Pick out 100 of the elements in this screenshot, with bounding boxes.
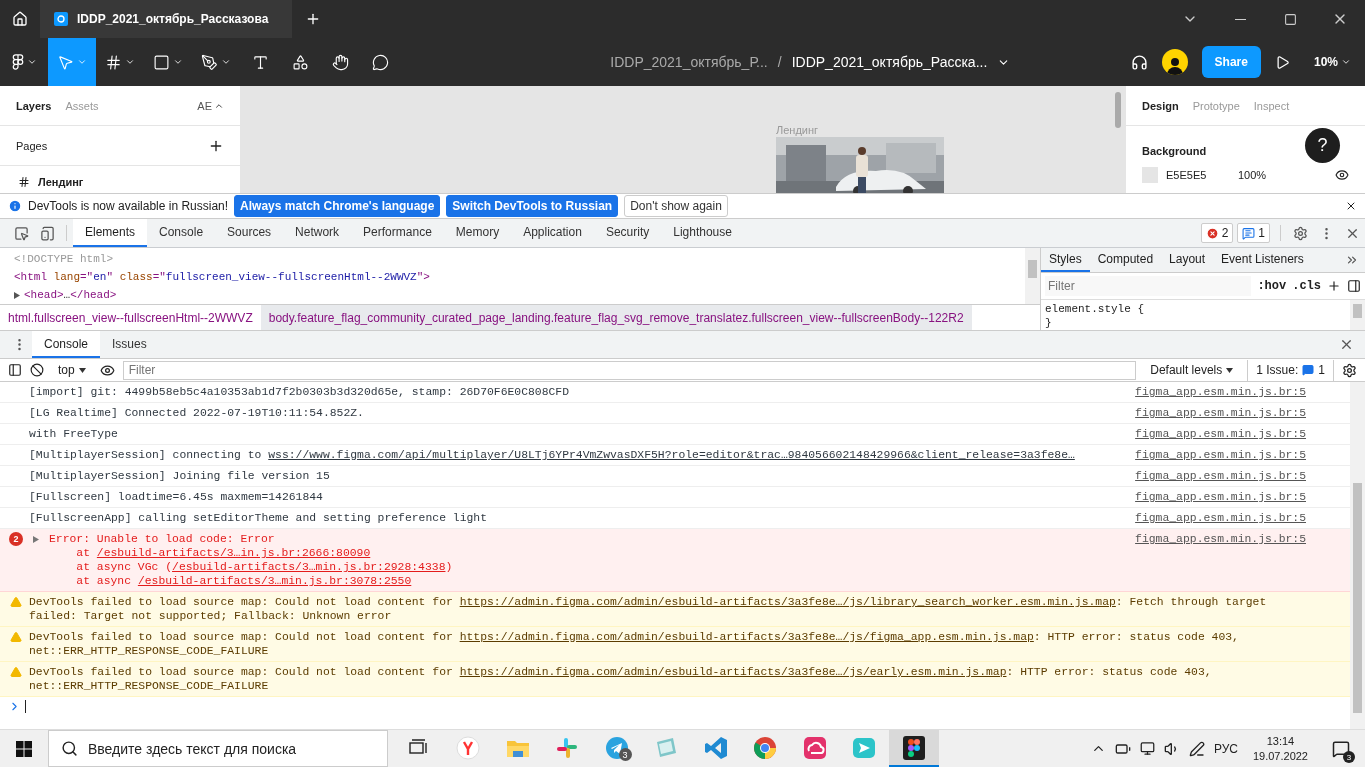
clear-console-icon[interactable]	[30, 363, 44, 377]
figma-app-icon	[902, 735, 925, 760]
styles-tab[interactable]: Computed	[1089, 248, 1162, 272]
infobar-message: DevTools is now available in Russian!	[28, 199, 229, 213]
drawer-tab[interactable]: Issues	[100, 331, 159, 358]
class-toggle[interactable]: .cls	[1292, 279, 1321, 293]
network-icon[interactable]	[1139, 741, 1155, 756]
devtools-tab[interactable]: Memory	[443, 219, 512, 247]
devtools-tab[interactable]: Security	[593, 219, 662, 247]
issues-button[interactable]: 1 Issue: 1	[1247, 359, 1334, 381]
pointer-icon	[57, 53, 74, 71]
opacity-value[interactable]: 100%	[1238, 169, 1267, 181]
color-swatch[interactable]	[1142, 167, 1158, 183]
context-select[interactable]: top	[52, 363, 92, 377]
styles-tab[interactable]: Styles	[1041, 248, 1090, 272]
styles-tab[interactable]: Layout	[1161, 248, 1214, 272]
device-toolbar-icon[interactable]	[39, 225, 55, 241]
message-link[interactable]: https://admin.figma.com/admin/esbuild-artifacts/3a3fe8e…/js/library_search_worker.esm.min.js.map	[459, 596, 1116, 608]
message-text: DevTools failed to load source map: Could not load content for https://admin.figma.com/admin/esbuild-artifacts/3a3fe8e…/js/library_search_worker.esm.min.js.map: Fetch through target failed: Target not supported; Fallback: Unknown error	[29, 595, 1268, 623]
source-link[interactable]: figma_app.esm.min.js.br:5	[1135, 385, 1306, 399]
levels-select[interactable]: Default levels	[1144, 363, 1240, 377]
infobar-button[interactable]: Switch DevTools to Russian	[446, 195, 619, 217]
color-hex[interactable]: E5E5E5	[1166, 169, 1230, 181]
breadcrumb[interactable]: body.feature_flag_community_curated_page_landing.feature_flag_svg_remove_translatez.fullscreen_view--fullscreenBody--122R2	[260, 305, 972, 330]
devtools-tab[interactable]: Application	[511, 219, 594, 247]
drawer-tab[interactable]: Console	[32, 331, 101, 358]
panel-tab[interactable]: Design	[1142, 99, 1179, 112]
eye-icon[interactable]	[99, 362, 115, 378]
search-icon	[61, 740, 78, 757]
message-counter[interactable]: 1	[1237, 223, 1270, 243]
breadcrumb[interactable]: html.fullscreen_view--fullscreenHtml--2WWVZ	[0, 305, 261, 330]
text-icon	[251, 53, 269, 71]
project-name[interactable]: IDDP_2021_октябрь_Р...	[610, 54, 768, 70]
message-link[interactable]: https://admin.figma.com/admin/esbuild-artifacts/3a3fe8e…/js/early.esm.min.js.map	[459, 666, 1007, 678]
dom-node-line[interactable]: <head>…</head>	[24, 286, 117, 304]
library-menu[interactable]: AE	[197, 99, 212, 112]
devtools-tab[interactable]: Elements	[73, 219, 148, 247]
devtools-tab[interactable]: Network	[283, 219, 352, 247]
devtools-tab[interactable]: Performance	[351, 219, 444, 247]
message-text: [FullscreenApp] calling setEditorTheme and setting preference light	[29, 511, 488, 525]
error-counter[interactable]: 2	[1200, 223, 1234, 243]
language-indicator[interactable]: РУС	[1213, 741, 1238, 756]
message-text: DevTools failed to load source map: Could not load content for https://admin.figma.com/admin/esbuild-artifacts/3a3fe8e…/js/figma_app.esm.min.js.map: HTTP error: status code 403, net::ERR_HTTP_RESPONSE_CODE_FAILURE	[29, 630, 1240, 658]
styles-tab[interactable]: Event Listeners	[1213, 248, 1312, 272]
clock[interactable]: 13:14 19.07.2022	[1246, 733, 1314, 764]
file-name[interactable]: IDDP_2021_октябрь_Расска...	[791, 54, 988, 70]
sidebar-toggle-icon[interactable]	[8, 363, 22, 377]
source-link[interactable]: figma_app.esm.min.js.br:5	[1135, 469, 1306, 483]
scrollbar-thumb[interactable]	[1353, 304, 1362, 318]
source-link[interactable]: figma_app.esm.min.js.br:5	[1135, 490, 1306, 504]
notification-count: 3	[1343, 751, 1355, 763]
source-link[interactable]: figma_app.esm.min.js.br:5	[1135, 448, 1306, 462]
dom-node-line[interactable]: <html lang="en" class="fullscreen_view--fullscreenHtml--2WWVZ">	[14, 268, 430, 286]
source-link[interactable]: figma_app.esm.min.js.br:5	[1135, 427, 1306, 441]
message-link[interactable]: /esbuild-artifacts/3…min.js.br:3078:2550	[137, 575, 412, 587]
settings-icon[interactable]	[1292, 225, 1308, 241]
message-text: [Fullscreen] loadtime=6.45s maxmem=14261844	[29, 490, 324, 504]
new-rule-icon[interactable]	[1327, 279, 1341, 293]
message-link[interactable]: wss://www.figma.com/api/multiplayer/U8LTj6YPr4VmZwvasDXF5H?role=editor&trac…984056602148429966&client_release=3a3fe8e…	[268, 449, 1075, 461]
message-link[interactable]: /esbuild-artifacts/3…min.js.br:2928:4338	[172, 561, 446, 573]
panel-tab[interactable]: Layers	[16, 99, 52, 112]
expand-triangle-icon[interactable]	[33, 535, 39, 543]
taskbar-search-field[interactable]: Введите здесь текст для поиска	[48, 730, 388, 767]
headphones-icon	[1130, 53, 1148, 71]
message-link[interactable]: https://admin.figma.com/admin/esbuild-artifacts/3a3fe8e…/js/figma_app.esm.min.js.map	[459, 631, 1034, 643]
filter-field[interactable]: Filter	[1045, 276, 1252, 296]
taskbar-app[interactable]	[889, 730, 939, 767]
error-count-badge: 2	[9, 532, 23, 546]
notifications-button[interactable]: 3	[1323, 730, 1359, 767]
sidebar-toggle-icon[interactable]	[1347, 279, 1361, 293]
scrollbar-thumb[interactable]	[1353, 483, 1362, 713]
zoom-menu[interactable]: 10%	[1303, 55, 1351, 69]
eye-icon[interactable]	[1335, 168, 1349, 182]
close-icon[interactable]	[1345, 200, 1357, 212]
devtools-tab[interactable]: Sources	[215, 219, 284, 247]
scrollbar-thumb[interactable]	[1028, 260, 1037, 278]
source-link[interactable]: figma_app.esm.min.js.br:5	[1135, 406, 1306, 420]
frame-icon	[105, 53, 122, 71]
maximize-icon	[1283, 12, 1297, 26]
windows-logo-icon	[16, 740, 32, 757]
devtools-tab[interactable]: Lighthouse	[661, 219, 744, 247]
devtools-tab[interactable]: Console	[147, 219, 216, 247]
hover-state-toggle[interactable]: :hov	[1257, 279, 1287, 293]
taskbar-app[interactable]: 3	[592, 730, 642, 767]
scrollbar-thumb[interactable]	[1115, 92, 1121, 128]
more-tabs-icon[interactable]	[1345, 253, 1359, 267]
message-link[interactable]: /esbuild-artifacts/3…in.js.br:2666:80090	[96, 547, 371, 559]
settings-icon[interactable]	[1342, 362, 1357, 378]
page-item[interactable]: Лендинг	[0, 166, 240, 188]
pen-icon[interactable]	[1188, 740, 1205, 757]
expand-triangle-icon[interactable]	[14, 291, 20, 299]
file-tab[interactable]: IDDP_2021_октябрь_Рассказова	[40, 0, 292, 38]
inspect-icon[interactable]	[13, 225, 29, 241]
infobar-button[interactable]: Don't show again	[624, 195, 728, 217]
home-icon	[12, 11, 28, 27]
filter-field[interactable]: Filter	[122, 360, 1137, 380]
infobar-button[interactable]: Always match Chrome's language	[234, 195, 441, 217]
source-link[interactable]: figma_app.esm.min.js.br:5	[1135, 511, 1306, 525]
source-link[interactable]: figma_app.esm.min.js.br:5	[1135, 532, 1306, 546]
task-view-icon	[408, 738, 429, 757]
